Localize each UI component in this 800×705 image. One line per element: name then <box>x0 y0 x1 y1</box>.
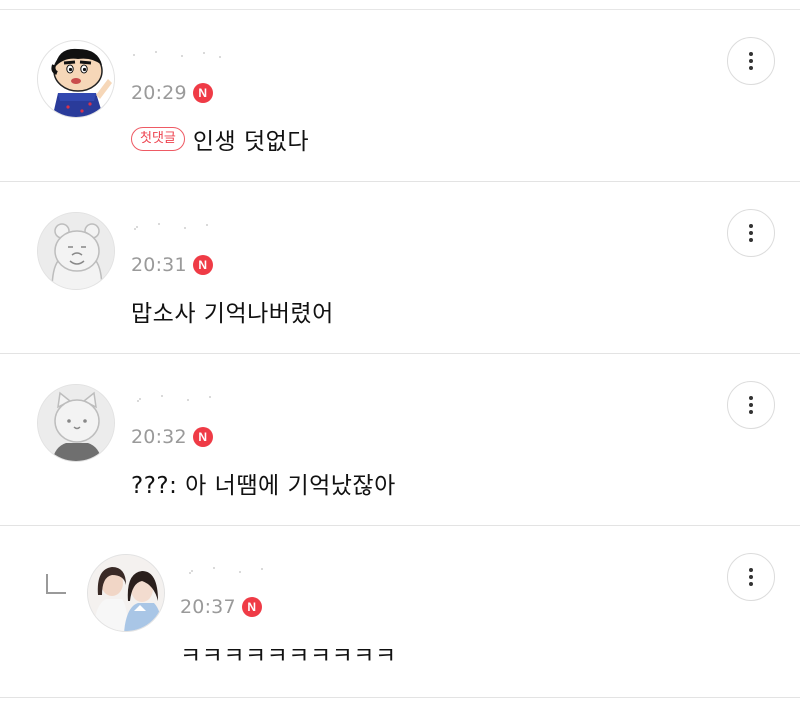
comment-time: 20:32 <box>131 426 187 448</box>
masked-char <box>134 228 136 230</box>
masked-username <box>133 222 223 230</box>
more-dot <box>749 66 753 70</box>
masked-char <box>189 572 191 574</box>
new-badge: N <box>192 255 213 275</box>
comment-meta: 20:29 N <box>131 82 213 104</box>
cat-avatar <box>38 385 114 461</box>
comment-meta: 20:32 N <box>131 426 213 448</box>
masked-char <box>136 226 138 228</box>
comment-text: ㅋㅋㅋㅋㅋㅋㅋㅋㅋㅋ <box>180 643 397 669</box>
more-vertical-icon <box>749 568 753 572</box>
more-dot <box>749 231 753 235</box>
masked-username <box>133 50 223 58</box>
cartoon-boy-avatar <box>38 41 114 117</box>
comment-item: 20:31 N 맙소사 기억나버렸어 <box>0 182 800 354</box>
masked-char <box>181 55 183 57</box>
more-dot <box>749 59 753 63</box>
masked-char <box>209 396 211 398</box>
masked-char <box>137 400 139 402</box>
more-vertical-icon <box>749 52 753 56</box>
new-badge: N <box>241 597 262 617</box>
masked-username <box>182 566 272 574</box>
masked-char <box>206 224 208 226</box>
masked-char <box>133 54 135 56</box>
reply-arrow-icon <box>46 574 66 594</box>
comment-time: 20:29 <box>131 82 187 104</box>
more-dot <box>749 403 753 407</box>
comment-body: ???: 아 너땜에 기억났잖아 <box>131 466 396 500</box>
more-vertical-icon <box>749 224 753 228</box>
new-badge: N <box>192 427 213 447</box>
masked-char <box>139 398 141 400</box>
avatar[interactable] <box>37 384 115 462</box>
more-vertical-icon <box>749 396 753 400</box>
masked-char <box>158 223 160 225</box>
masked-char <box>184 227 186 229</box>
masked-char <box>203 52 205 54</box>
masked-char <box>213 567 215 569</box>
avatar[interactable] <box>37 212 115 290</box>
more-dot <box>749 575 753 579</box>
more-dot <box>749 410 753 414</box>
new-badge: N <box>192 83 213 103</box>
masked-char <box>187 399 189 401</box>
bear-avatar <box>38 213 114 289</box>
masked-char <box>191 570 193 572</box>
more-dot <box>749 582 753 586</box>
comment-item: 20:29 N 첫댓글 인생 덧없다 <box>0 10 800 182</box>
masked-username <box>133 394 223 402</box>
first-comment-badge: 첫댓글 <box>131 127 185 151</box>
comment-text: 인생 덧없다 <box>192 129 310 155</box>
two-girls-photo-avatar <box>88 555 164 631</box>
masked-char <box>239 571 241 573</box>
more-options-button[interactable] <box>727 381 775 429</box>
masked-char <box>161 395 163 397</box>
avatar[interactable] <box>37 40 115 118</box>
comment-meta: 20:31 N <box>131 254 213 276</box>
comment-time: 20:37 <box>180 596 236 618</box>
more-dot <box>749 238 753 242</box>
comment-text: ???: 아 너땜에 기억났잖아 <box>131 473 396 499</box>
masked-char <box>155 51 157 53</box>
more-options-button[interactable] <box>727 37 775 85</box>
avatar[interactable] <box>87 554 165 632</box>
more-options-button[interactable] <box>727 553 775 601</box>
comment-body: ㅋㅋㅋㅋㅋㅋㅋㅋㅋㅋ <box>180 636 397 670</box>
masked-char <box>261 568 263 570</box>
more-options-button[interactable] <box>727 209 775 257</box>
divider <box>0 697 800 698</box>
reply-comment-item: 20:37 N ㅋㅋㅋㅋㅋㅋㅋㅋㅋㅋ <box>0 526 800 698</box>
comment-text: 맙소사 기억나버렸어 <box>131 301 334 327</box>
comment-body: 맙소사 기억나버렸어 <box>131 294 334 328</box>
comment-body: 첫댓글 인생 덧없다 <box>131 122 309 156</box>
comment-time: 20:31 <box>131 254 187 276</box>
comment-meta: 20:37 N <box>180 596 262 618</box>
masked-char <box>219 56 221 58</box>
comment-item: 20:32 N ???: 아 너땜에 기억났잖아 <box>0 354 800 526</box>
